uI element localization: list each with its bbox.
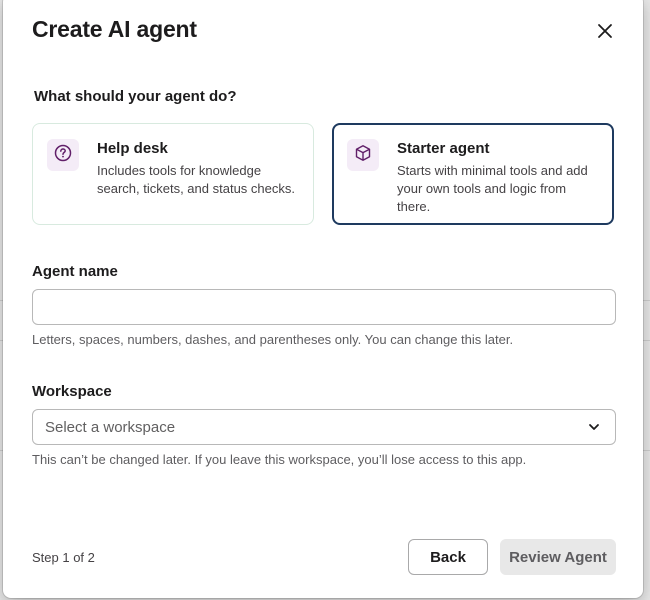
help-desk-icon-box bbox=[47, 139, 79, 171]
agent-name-label: Agent name bbox=[32, 263, 118, 280]
question-circle-icon bbox=[54, 144, 72, 167]
help-desk-description: Includes tools for knowledge search, tic… bbox=[97, 163, 295, 196]
starter-agent-title: Starter agent bbox=[397, 140, 490, 157]
help-desk-option[interactable]: Help desk Includes tools for knowledge s… bbox=[32, 123, 314, 225]
cube-icon bbox=[354, 144, 372, 167]
back-button[interactable]: Back bbox=[408, 539, 488, 575]
close-button[interactable] bbox=[591, 19, 619, 47]
starter-agent-icon-box bbox=[347, 139, 379, 171]
workspace-select-placeholder: Select a workspace bbox=[45, 419, 176, 436]
review-agent-button[interactable]: Review Agent bbox=[500, 539, 616, 575]
workspace-hint: This can’t be changed later. If you leav… bbox=[32, 452, 527, 467]
agent-name-input[interactable] bbox=[32, 289, 616, 325]
agent-name-hint: Letters, spaces, numbers, dashes, and pa… bbox=[32, 332, 514, 347]
dialog-title: Create AI agent bbox=[32, 16, 197, 42]
agent-type-question: What should your agent do? bbox=[34, 88, 237, 105]
help-desk-title: Help desk bbox=[97, 140, 168, 157]
workspace-label: Workspace bbox=[32, 383, 112, 400]
close-icon bbox=[597, 23, 613, 44]
create-agent-dialog: Create AI agent What should your agent d… bbox=[3, 0, 643, 598]
starter-agent-description: Starts with minimal tools and add your o… bbox=[397, 163, 588, 214]
workspace-select[interactable]: Select a workspace bbox=[32, 409, 616, 445]
chevron-down-icon bbox=[587, 420, 601, 439]
starter-agent-option[interactable]: Starter agent Starts with minimal tools … bbox=[332, 123, 614, 225]
step-indicator: Step 1 of 2 bbox=[32, 550, 95, 565]
